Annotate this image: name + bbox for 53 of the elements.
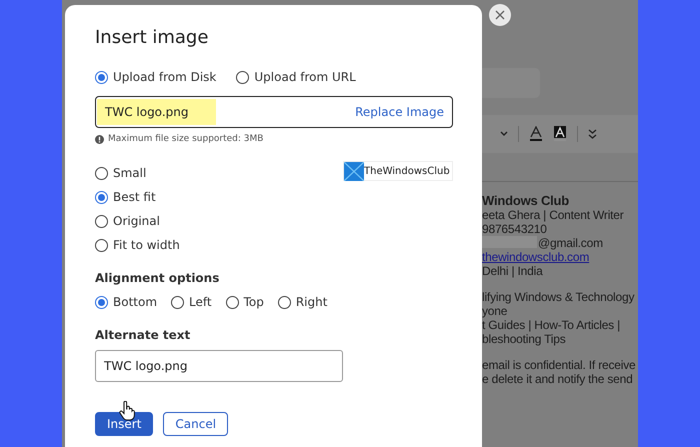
signature-text: t Guides | How-To Articles | <box>482 318 620 332</box>
radio-option[interactable]: Small <box>95 164 180 182</box>
redacted-text <box>482 236 537 248</box>
radio-option[interactable]: Original <box>95 212 180 230</box>
input-background <box>482 68 540 98</box>
radio-option[interactable]: Right <box>278 293 328 311</box>
signature-text: email is confidential. If receive <box>482 358 636 372</box>
radio-option[interactable]: Top <box>226 293 264 311</box>
highlight-color-icon[interactable] <box>553 126 567 142</box>
signature-text: Delhi | India <box>482 264 543 278</box>
radio-button[interactable] <box>171 296 184 308</box>
hint-text: Maximum file size supported: 3MB <box>108 134 264 144</box>
text-color-icon[interactable] <box>529 126 543 142</box>
radio-button[interactable] <box>278 296 291 308</box>
radio-button[interactable] <box>226 296 239 308</box>
hand-cursor-icon <box>119 401 135 421</box>
logo-text: TheWindowsClub <box>364 166 450 176</box>
radio-option[interactable]: Upload from URL <box>236 68 356 86</box>
file-field[interactable]: TWC logo.png Replace Image <box>95 96 453 128</box>
signature-text: lifying Windows & Technology <box>482 290 634 304</box>
windows-logo-icon <box>344 162 364 180</box>
radio-option[interactable]: Upload from Disk <box>95 68 216 86</box>
radio-button[interactable] <box>236 70 250 84</box>
signature-text: e delete it and notify the send <box>482 372 633 386</box>
alignment-label: Alignment options <box>95 271 220 285</box>
radio-button[interactable] <box>95 238 108 252</box>
alt-text-field[interactable]: TWC logo.png <box>95 350 343 382</box>
signature-text: bleshooting Tips <box>482 332 566 346</box>
signature-text: @gmail.com <box>538 236 603 250</box>
alt-text-label: Alternate text <box>95 328 192 342</box>
cancel-button[interactable]: Cancel <box>163 412 228 436</box>
signature-text: yone <box>482 304 508 318</box>
radio-button[interactable] <box>95 190 108 204</box>
info-icon <box>95 134 104 144</box>
radio-button[interactable] <box>95 214 108 228</box>
caret-icon[interactable] <box>500 131 508 137</box>
double-chevron-icon[interactable] <box>588 129 597 139</box>
signature-text: 9876543210 <box>482 222 547 236</box>
replace-image-link[interactable]: Replace Image <box>355 105 444 119</box>
radio-option[interactable]: Best fit <box>95 188 180 206</box>
close-button[interactable] <box>489 4 511 26</box>
dialog-title: Insert image <box>95 27 208 48</box>
close-icon <box>495 10 505 20</box>
radio-option[interactable]: Fit to width <box>95 236 180 254</box>
radio-option[interactable]: Left <box>171 293 212 311</box>
radio-button[interactable] <box>95 296 108 308</box>
radio-button[interactable] <box>95 70 108 84</box>
signature-text: eeta Ghera | Content Writer <box>482 208 624 222</box>
radio-option[interactable]: Bottom <box>95 293 158 311</box>
file-name: TWC logo.png <box>97 99 216 125</box>
radio-button[interactable] <box>95 166 108 180</box>
signature-text: Windows Club <box>482 194 570 208</box>
insert-button[interactable]: Insert <box>95 412 154 436</box>
